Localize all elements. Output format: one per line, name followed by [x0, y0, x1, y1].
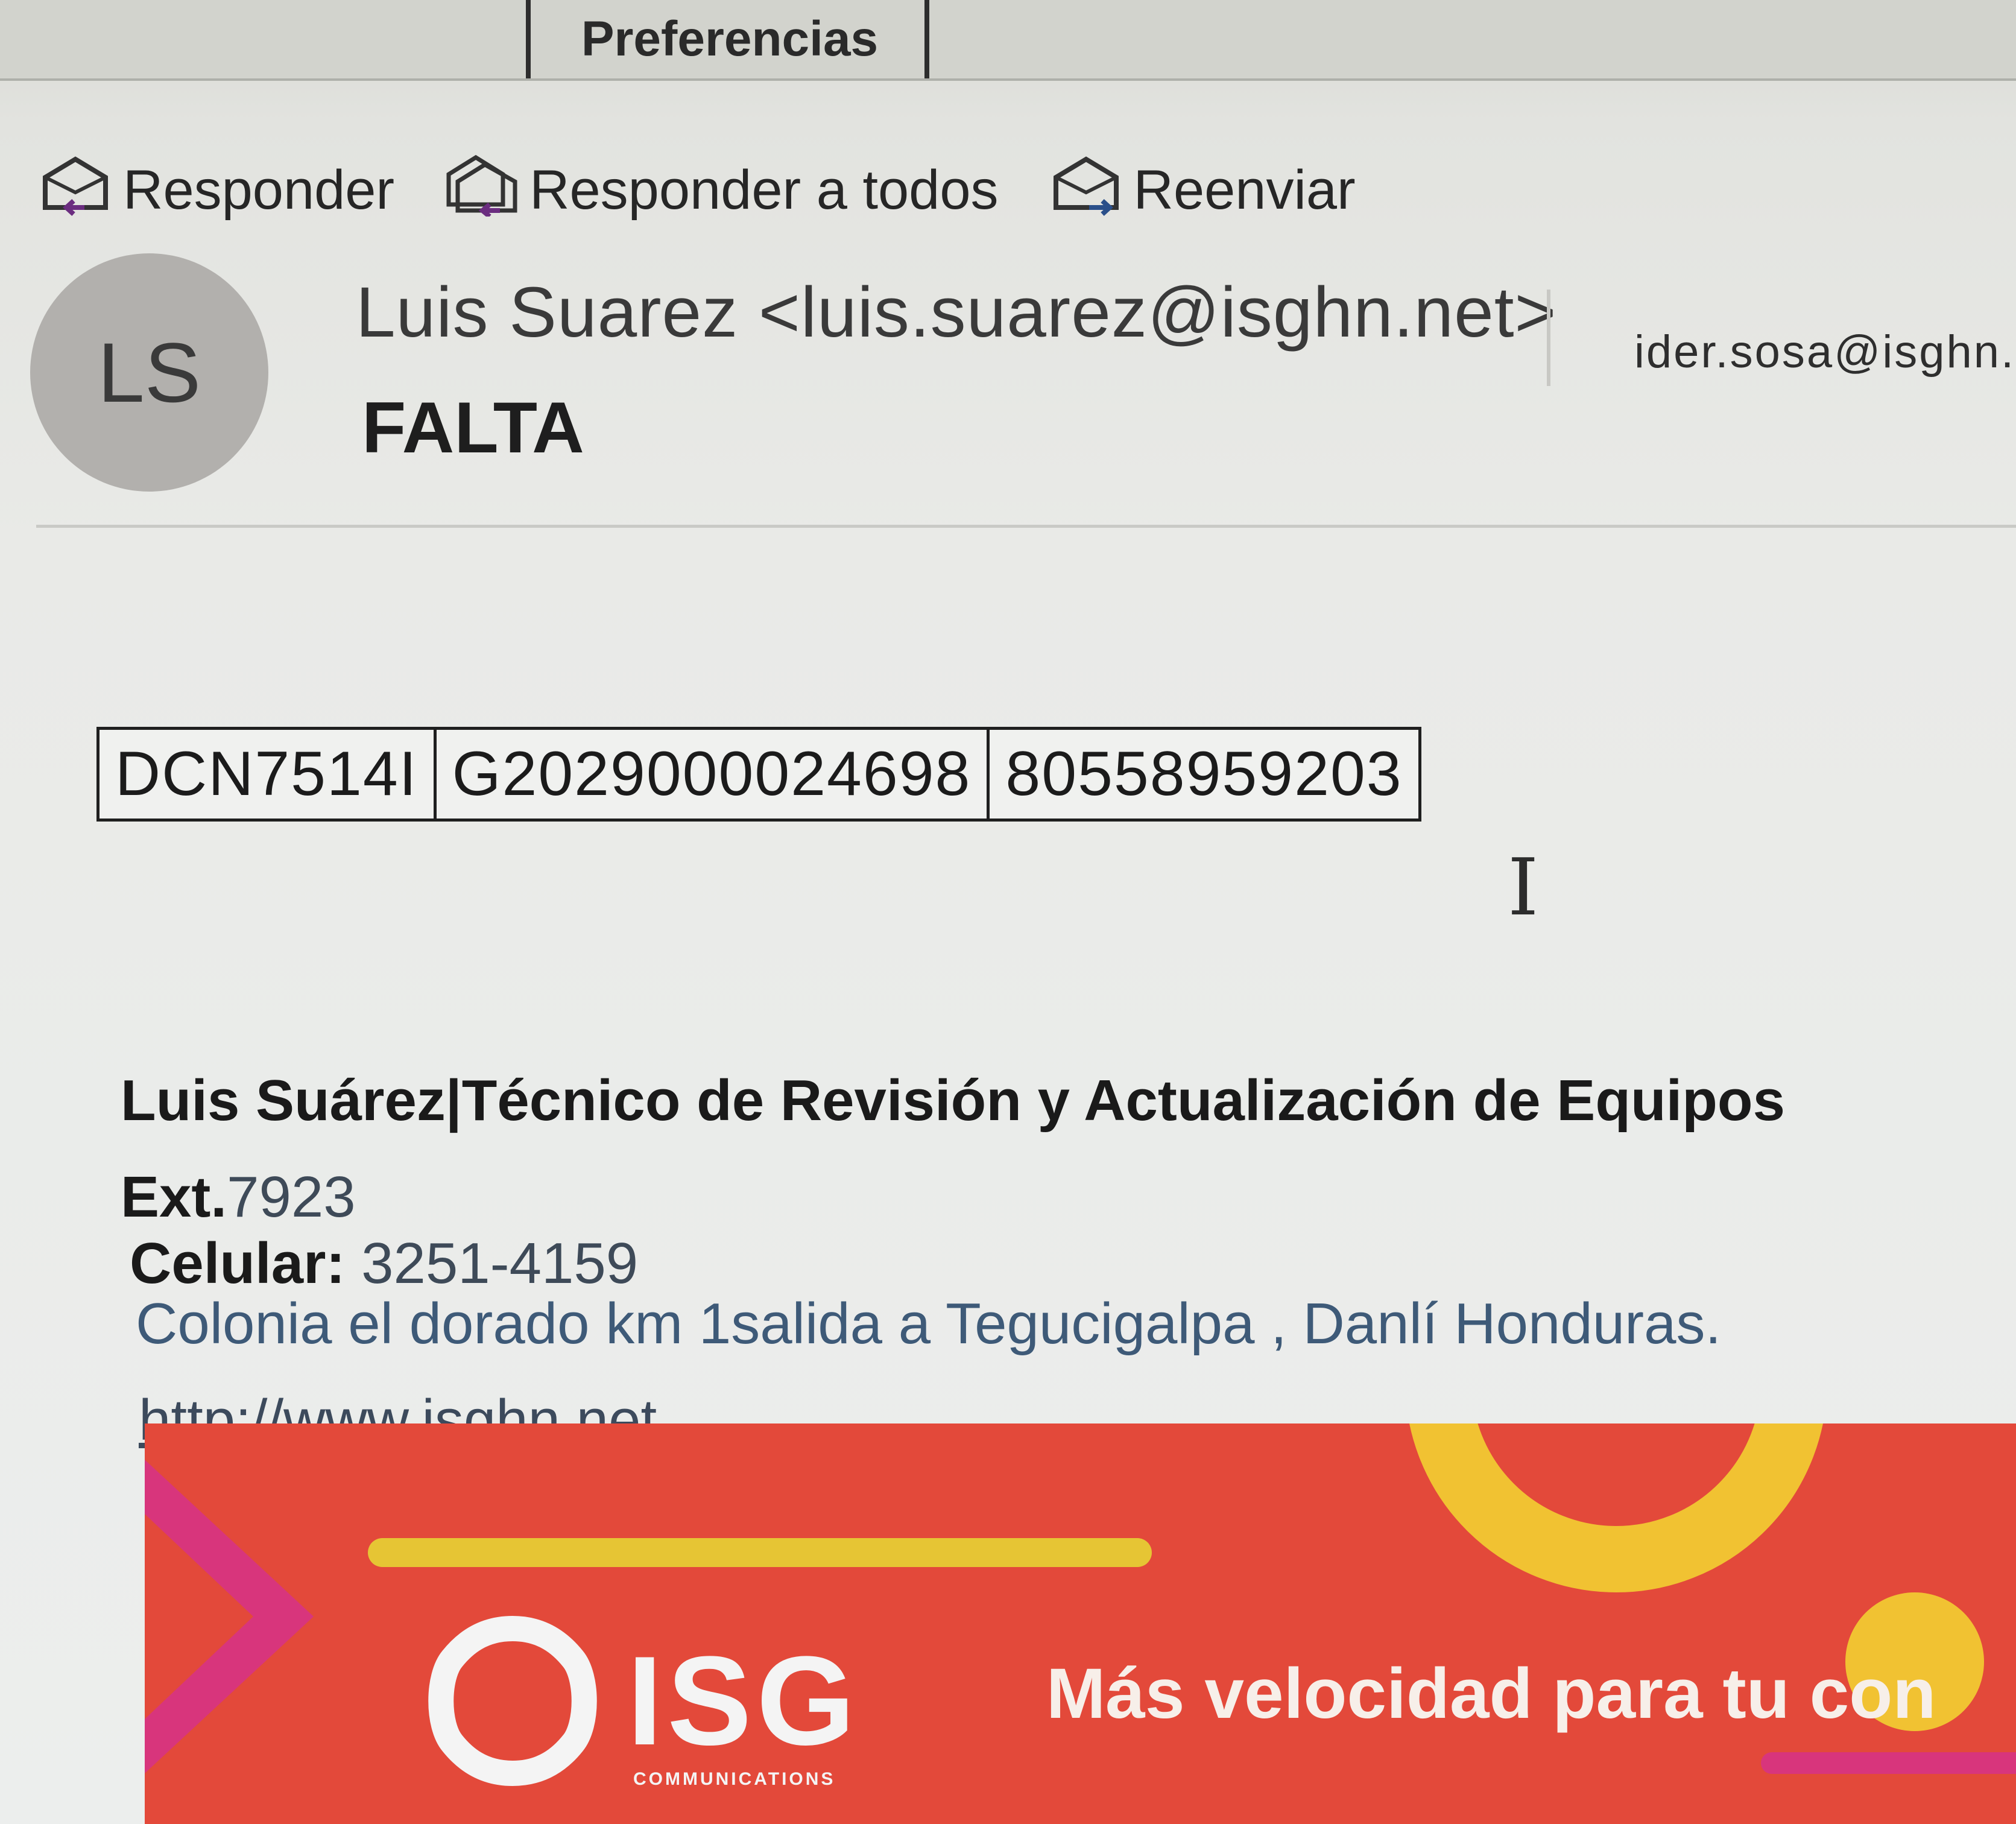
tab-separator: [526, 0, 531, 78]
signature-extension: Ext.7923: [121, 1164, 356, 1230]
table-cell: G2029000024698: [433, 727, 990, 822]
reply-all-button[interactable]: Responder a todos: [443, 150, 999, 230]
recipient-address[interactable]: ider.sosa@isghn.n: [1634, 326, 2016, 378]
table-row: DCN7514I G2029000024698 80558959203: [96, 727, 1421, 822]
text-cursor-icon: I: [1508, 841, 1539, 933]
header-divider: [1547, 290, 1550, 386]
banner-pink-stripe: [1761, 1752, 2016, 1774]
brand-name: ISG: [627, 1630, 860, 1772]
cell-label: Celular:: [130, 1231, 346, 1296]
isg-logo-mark-icon: [428, 1615, 597, 1787]
tab-preferences[interactable]: Preferencias: [534, 0, 926, 78]
signature-cell: Celular: 3251-4159: [130, 1230, 638, 1297]
reply-label: Responder: [123, 159, 395, 221]
message-subject: FALTA: [362, 387, 584, 468]
table-cell: 80558959203: [987, 727, 1421, 822]
extension-label: Ext.: [121, 1165, 227, 1229]
signature-address: Colonia el dorado km 1salida a Tegucigal…: [136, 1291, 1722, 1356]
sender-avatar[interactable]: LS: [30, 253, 268, 492]
tab-separator: [924, 0, 929, 78]
table-cell: DCN7514I: [96, 727, 437, 822]
code-table: DCN7514I G2029000024698 80558959203: [96, 727, 1421, 822]
forward-icon: [1047, 150, 1125, 230]
sender-address[interactable]: Luis Suarez <luis.suarez@isghn.net>: [356, 271, 1556, 353]
banner-ring: [1405, 1423, 1827, 1592]
isg-brand: ISG COMMUNICATIONS: [627, 1638, 860, 1788]
header-separator: [36, 525, 2016, 528]
forward-button[interactable]: Reenviar: [1047, 150, 1356, 230]
signature-banner[interactable]: ISG COMMUNICATIONS Más velocidad para tu…: [145, 1423, 2016, 1824]
banner-tagline: Más velocidad para tu con: [1046, 1654, 1936, 1734]
message-action-bar: Responder Responder a todos Reenviar: [36, 145, 2014, 235]
extension-value: 7923: [227, 1165, 356, 1229]
banner-stripe: [368, 1538, 1152, 1567]
forward-label: Reenviar: [1133, 159, 1356, 221]
cell-value: 3251-4159: [361, 1231, 639, 1296]
reply-icon: [36, 150, 115, 230]
ribbon-tab-strip: Preferencias: [0, 0, 2016, 81]
reply-all-label: Responder a todos: [529, 159, 999, 221]
brand-subtitle: COMMUNICATIONS: [633, 1769, 836, 1789]
isg-logo: ISG COMMUNICATIONS: [422, 1610, 860, 1791]
email-reading-pane: Preferencias Responder Responder a todos…: [0, 0, 2016, 1824]
reply-button[interactable]: Responder: [36, 150, 394, 230]
reply-all-icon: [443, 150, 521, 230]
banner-chevron-cutout: [145, 1514, 253, 1719]
signature-name-title: Luis Suárez|Técnico de Revisión y Actual…: [121, 1068, 1785, 1133]
